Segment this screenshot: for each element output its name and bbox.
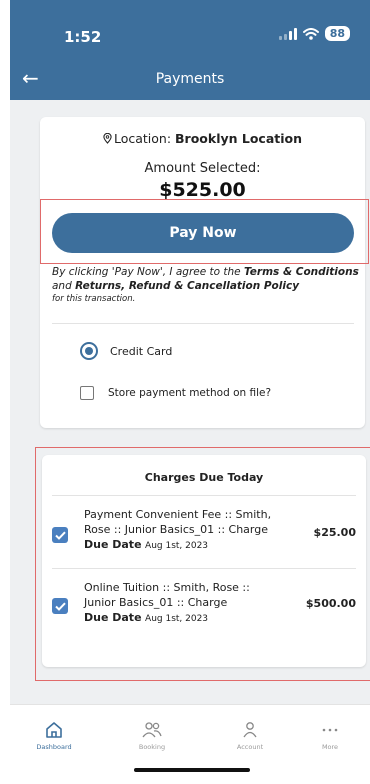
nav-account[interactable]: Account <box>220 721 280 751</box>
credit-card-label: Credit Card <box>110 344 173 358</box>
app-header: ← Payments <box>10 60 370 100</box>
wifi-icon <box>302 27 319 40</box>
terms-prefix: By clicking 'Pay Now', I agree to the <box>52 266 244 278</box>
due-date-label: Due Date <box>84 538 142 551</box>
charge-row: Payment Convenient Fee :: Smith, Rose ::… <box>52 507 356 567</box>
location-label: Location: <box>113 131 176 146</box>
nav-label: Dashboard <box>36 743 72 751</box>
signal-icon <box>278 27 297 40</box>
location-value: Brooklyn Location <box>175 131 303 146</box>
charge-description: Payment Convenient Fee :: Smith, Rose ::… <box>84 507 274 554</box>
charge-description-text: Online Tuition :: Smith, Rose :: Junior … <box>84 581 250 609</box>
status-bar: 1:52 88 <box>10 0 370 60</box>
location-line: Location: Brooklyn Location <box>40 131 365 146</box>
refund-policy-link[interactable]: Returns, Refund & Cancellation Policy <box>75 280 299 292</box>
store-payment-option[interactable]: Store payment method on file? <box>80 386 271 400</box>
charge-checkbox-checked-icon[interactable] <box>52 527 68 543</box>
location-pin-icon <box>103 132 112 144</box>
pay-now-button[interactable]: Pay Now <box>52 213 354 253</box>
status-icons: 88 <box>278 26 350 41</box>
terms-suffix: for this transaction. <box>52 294 136 304</box>
terms-text: By clicking 'Pay Now', I agree to the Te… <box>52 265 362 305</box>
charge-description-text: Payment Convenient Fee :: Smith, Rose ::… <box>84 508 272 536</box>
store-payment-label: Store payment method on file? <box>108 387 272 399</box>
terms-conditions-link[interactable]: Terms & Conditions <box>244 266 359 278</box>
nav-booking[interactable]: Booking <box>122 721 182 751</box>
divider <box>52 568 356 569</box>
home-indicator <box>134 768 250 772</box>
due-date-label: Due Date <box>84 611 142 624</box>
charge-description: Online Tuition :: Smith, Rose :: Junior … <box>84 580 274 627</box>
phone-screen: 1:52 88 ← Payments Location: Brooklyn Lo… <box>10 0 370 784</box>
divider <box>52 323 354 324</box>
charge-amount: $25.00 <box>313 526 356 539</box>
nav-label: More <box>321 743 339 751</box>
credit-card-option[interactable]: Credit Card <box>80 342 172 360</box>
nav-label: Booking <box>138 743 166 751</box>
charge-checkbox-checked-icon[interactable] <box>52 598 68 614</box>
nav-dashboard[interactable]: Dashboard <box>24 721 84 751</box>
amount-value: $525.00 <box>159 179 246 201</box>
nav-more[interactable]: More <box>300 721 360 751</box>
store-payment-checkbox[interactable] <box>80 386 94 400</box>
home-icon <box>46 722 62 738</box>
battery-icon: 88 <box>324 26 350 41</box>
status-time: 1:52 <box>64 28 102 46</box>
divider <box>52 495 356 496</box>
due-date-value: Aug 1st, 2023 <box>145 541 209 551</box>
person-icon <box>243 722 257 738</box>
people-icon <box>142 722 162 738</box>
terms-and: and <box>52 280 76 292</box>
charge-amount: $500.00 <box>305 597 356 610</box>
radio-selected-icon[interactable] <box>80 342 98 360</box>
charges-card: Charges Due Today Payment Convenient Fee… <box>42 455 366 667</box>
amount-label: Amount Selected: <box>144 161 261 176</box>
charges-title: Charges Due Today <box>144 471 264 484</box>
more-dots-icon <box>322 728 338 732</box>
nav-label: Account <box>236 743 264 751</box>
charge-row: Online Tuition :: Smith, Rose :: Junior … <box>52 580 356 640</box>
bottom-navigation: Dashboard Booking Account More <box>10 704 370 784</box>
page-title: Payments <box>155 71 225 87</box>
due-date-value: Aug 1st, 2023 <box>145 614 209 624</box>
